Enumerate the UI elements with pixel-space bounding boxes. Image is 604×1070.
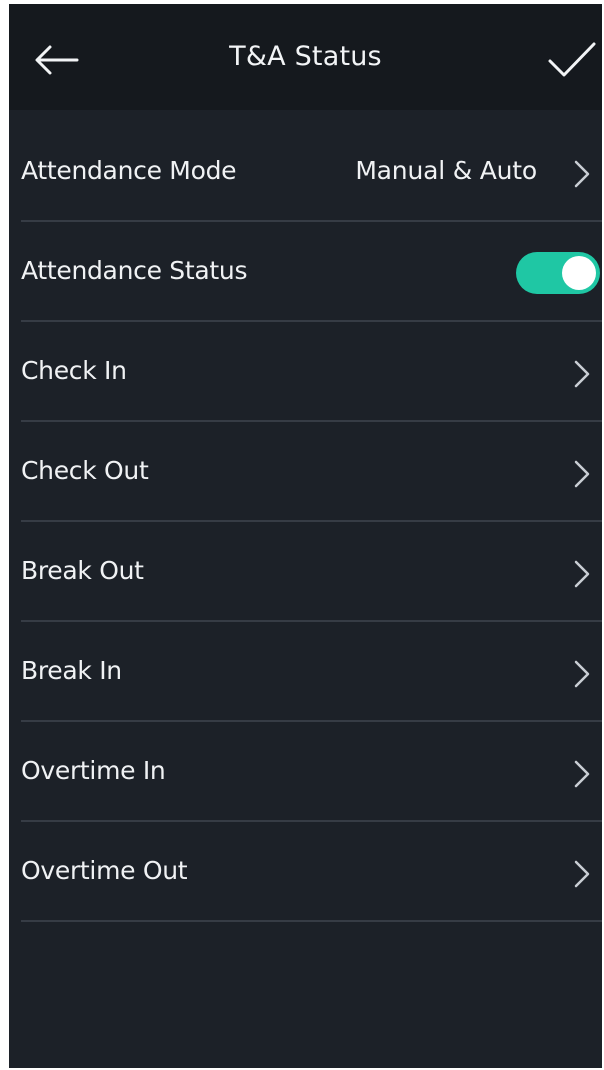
status-row-break-out[interactable]: Break Out (9, 522, 602, 622)
checkmark-icon (548, 42, 596, 77)
header-bar: T&A Status (9, 4, 602, 110)
page-title: T&A Status (229, 41, 382, 72)
ta-status-screen: T&A Status Attendance Mode Manual & Auto… (9, 4, 602, 1068)
attendance-mode-row[interactable]: Attendance Mode Manual & Auto (9, 122, 602, 222)
status-row-break-in[interactable]: Break In (9, 622, 602, 722)
confirm-button[interactable] (544, 32, 600, 88)
attendance-status-row: Attendance Status (9, 222, 602, 322)
status-row-overtime-out[interactable]: Overtime Out (9, 822, 602, 922)
chevron-right-icon (574, 560, 590, 588)
chevron-right-icon (574, 160, 590, 188)
attendance-status-label: Attendance Status (21, 256, 248, 285)
status-row-check-in[interactable]: Check In (9, 322, 602, 422)
chevron-right-icon (574, 860, 590, 888)
overtime-in-label: Overtime In (21, 756, 166, 785)
chevron-right-icon (574, 460, 590, 488)
chevron-right-icon (574, 360, 590, 388)
break-out-label: Break Out (21, 556, 144, 585)
chevron-right-icon (574, 660, 590, 688)
status-row-overtime-in[interactable]: Overtime In (9, 722, 602, 822)
toggle-knob (562, 256, 596, 290)
check-out-label: Check Out (21, 456, 149, 485)
break-in-label: Break In (21, 656, 122, 685)
settings-list: Attendance Mode Manual & Auto Attendance… (9, 122, 602, 922)
status-row-check-out[interactable]: Check Out (9, 422, 602, 522)
attendance-mode-label: Attendance Mode (21, 156, 237, 185)
chevron-right-icon (574, 760, 590, 788)
attendance-status-toggle[interactable] (516, 252, 600, 294)
overtime-out-label: Overtime Out (21, 856, 188, 885)
attendance-mode-value: Manual & Auto (355, 156, 537, 185)
check-in-label: Check In (21, 356, 127, 385)
